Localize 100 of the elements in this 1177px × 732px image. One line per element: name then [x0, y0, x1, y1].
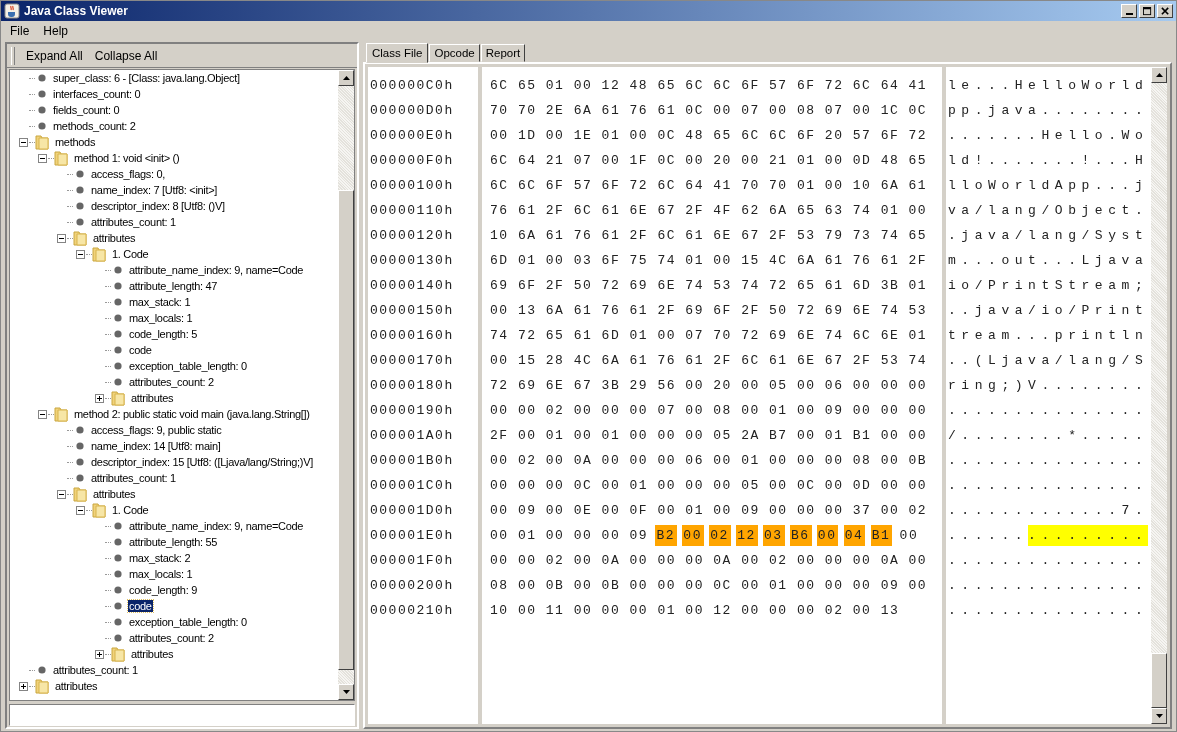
tree-item[interactable]: methods: [54, 136, 97, 148]
expand-toggle-icon[interactable]: [76, 249, 85, 259]
tab[interactable]: Class File: [366, 43, 429, 63]
input-field[interactable]: [9, 704, 355, 726]
toolbar-button[interactable]: Collapse All: [89, 46, 163, 65]
tree-item[interactable]: attributes_count: 1: [90, 216, 177, 228]
tree-item[interactable]: 1. Code: [111, 504, 150, 516]
hex-bytes: 10 00 11 00 00 00 01 00 12 00 00 00 02 00 13: [490, 603, 900, 618]
tree-item[interactable]: attribute_length: 55: [128, 536, 219, 548]
menu-item[interactable]: Help: [36, 23, 76, 38]
tree-item[interactable]: code: [128, 344, 153, 356]
hex-bytes: 00 00 00 0C 00 01 00 00 00 05 00 0C 00 0D 00 00: [490, 478, 928, 493]
tree-item[interactable]: attributes_count: 1: [52, 664, 139, 676]
tree-item[interactable]: access_flags: 9, public static: [90, 424, 223, 436]
tree-item[interactable]: method 2: public static void main (java.lang.String[]): [73, 408, 311, 420]
tree-item[interactable]: method 1: void <init> (): [73, 152, 181, 164]
expand-toggle-icon[interactable]: [19, 137, 28, 147]
bullet-icon: [38, 106, 46, 114]
bullet-icon: [76, 458, 84, 466]
offset-label: 000001B0h: [370, 453, 454, 468]
offset-label: 00000140h: [370, 278, 454, 293]
scroll-thumb[interactable]: [1151, 653, 1167, 708]
tree-item[interactable]: attributes_count: 2: [128, 376, 215, 388]
expand-toggle-icon[interactable]: [95, 649, 104, 659]
hex-bytes: 6C 64 21 07 00 1F 0C 00 20 00 21 01 00 0D 48 65: [490, 153, 928, 168]
tree-item[interactable]: attribute_name_index: 9, name=Code: [128, 520, 305, 532]
hex-bytes: 69 6F 2F 50 72 69 6E 74 53 74 72 65 61 6D 3B 01: [490, 278, 928, 293]
hex-bytes: 00 15 28 4C 6A 61 76 61 2F 6C 61 6E 67 2F 53 74: [490, 353, 928, 368]
expand-toggle-icon[interactable]: [95, 393, 104, 403]
tree-item[interactable]: code_length: 9: [128, 584, 198, 596]
tree-item[interactable]: exception_table_length: 0: [128, 360, 248, 372]
tree-item[interactable]: descriptor_index: 8 [Utf8: ()V]: [90, 200, 226, 212]
bullet-icon: [114, 602, 122, 610]
tree-item[interactable]: attributes: [130, 392, 175, 404]
close-button[interactable]: [1157, 4, 1173, 18]
minimize-button[interactable]: [1121, 4, 1137, 18]
tree-item[interactable]: descriptor_index: 15 [Utf8: ([Ljava/lang/String;)V]: [90, 456, 314, 468]
highlighted-char: .: [1041, 525, 1055, 546]
tab[interactable]: Opcode: [429, 44, 480, 62]
tree-item[interactable]: fields_count: 0: [52, 104, 121, 116]
tree-item[interactable]: attributes_count: 1: [90, 472, 177, 484]
tree-item[interactable]: max_locals: 1: [128, 568, 194, 580]
bullet-icon: [114, 362, 122, 370]
tree-item[interactable]: interfaces_count: 0: [52, 88, 142, 100]
maximize-button[interactable]: [1139, 4, 1155, 18]
expand-toggle-icon[interactable]: [57, 489, 66, 499]
tree-item[interactable]: methods_count: 2: [52, 120, 137, 132]
ascii-text: .......Hello.Wo: [948, 128, 1149, 143]
hex-bytes: 6D 01 00 03 6F 75 74 01 00 15 4C 6A 61 76 61 2F: [490, 253, 928, 268]
tree-item[interactable]: name_index: 14 [Utf8: main]: [90, 440, 222, 452]
tab[interactable]: Report: [480, 44, 526, 62]
tree-item[interactable]: attributes: [92, 488, 137, 500]
ascii-text: ...............: [948, 553, 1149, 568]
expand-toggle-icon[interactable]: [38, 409, 47, 419]
bullet-icon: [114, 346, 122, 354]
expand-toggle-icon[interactable]: [76, 505, 85, 515]
scrollbar[interactable]: [1151, 67, 1167, 724]
bullet-icon: [38, 666, 46, 674]
tree-item[interactable]: code_length: 5: [128, 328, 198, 340]
bullet-icon: [76, 442, 84, 450]
ascii-text: ring;)V........: [948, 378, 1149, 393]
expand-toggle-icon[interactable]: [19, 681, 28, 691]
tree-item[interactable]: super_class: 6 - [Class: java.lang.Object]: [52, 72, 241, 84]
bullet-icon: [38, 122, 46, 130]
ascii-text: ld!.......!...H: [948, 153, 1149, 168]
offset-label: 000001F0h: [370, 553, 454, 568]
bullet-icon: [114, 538, 122, 546]
expand-toggle-icon[interactable]: [38, 153, 47, 163]
tree-item[interactable]: name_index: 7 [Utf8: <init>]: [90, 184, 219, 196]
tree-item[interactable]: attributes_count: 2: [128, 632, 215, 644]
scroll-thumb[interactable]: [338, 190, 354, 670]
tree-item[interactable]: 1. Code: [111, 248, 150, 260]
toolbar-button[interactable]: Expand All: [21, 46, 88, 65]
bullet-icon: [76, 202, 84, 210]
bullet-icon: [114, 522, 122, 530]
menu-item[interactable]: File: [3, 23, 37, 38]
tree-item[interactable]: max_stack: 1: [128, 296, 192, 308]
bullet-icon: [38, 74, 46, 82]
offset-label: 00000160h: [370, 328, 454, 343]
tree-item[interactable]: attribute_length: 47: [128, 280, 219, 292]
tree-item[interactable]: attributes: [54, 680, 99, 692]
bullet-icon: [114, 314, 122, 322]
tree-item[interactable]: max_stack: 2: [128, 552, 192, 564]
expand-toggle-icon[interactable]: [57, 233, 66, 243]
offset-label: 000001A0h: [370, 428, 454, 443]
offset-label: 000000C0h: [370, 78, 454, 93]
hex-bytes: 00 00 02 00 0A 00 00 00 0A 00 02 00 00 00 0A 00: [490, 553, 928, 568]
highlighted-byte: B2: [655, 525, 678, 546]
tree-item[interactable]: attributes: [92, 232, 137, 244]
tree-item[interactable]: attribute_name_index: 9, name=Code: [128, 264, 305, 276]
tree-item[interactable]: access_flags: 0,: [90, 168, 167, 180]
tree-item[interactable]: exception_table_length: 0: [128, 616, 248, 628]
tree-item[interactable]: max_locals: 1: [128, 312, 194, 324]
bullet-icon: [38, 90, 46, 98]
scrollbar[interactable]: [338, 70, 354, 700]
tree-item[interactable]: attributes: [130, 648, 175, 660]
highlighted-byte: 02: [709, 525, 731, 546]
tree-item[interactable]: code: [128, 600, 153, 612]
hex-bytes: 00 02 00 0A 00 00 00 06 00 01 00 00 00 08 00 0B: [490, 453, 928, 468]
folder-icon: [111, 646, 125, 662]
